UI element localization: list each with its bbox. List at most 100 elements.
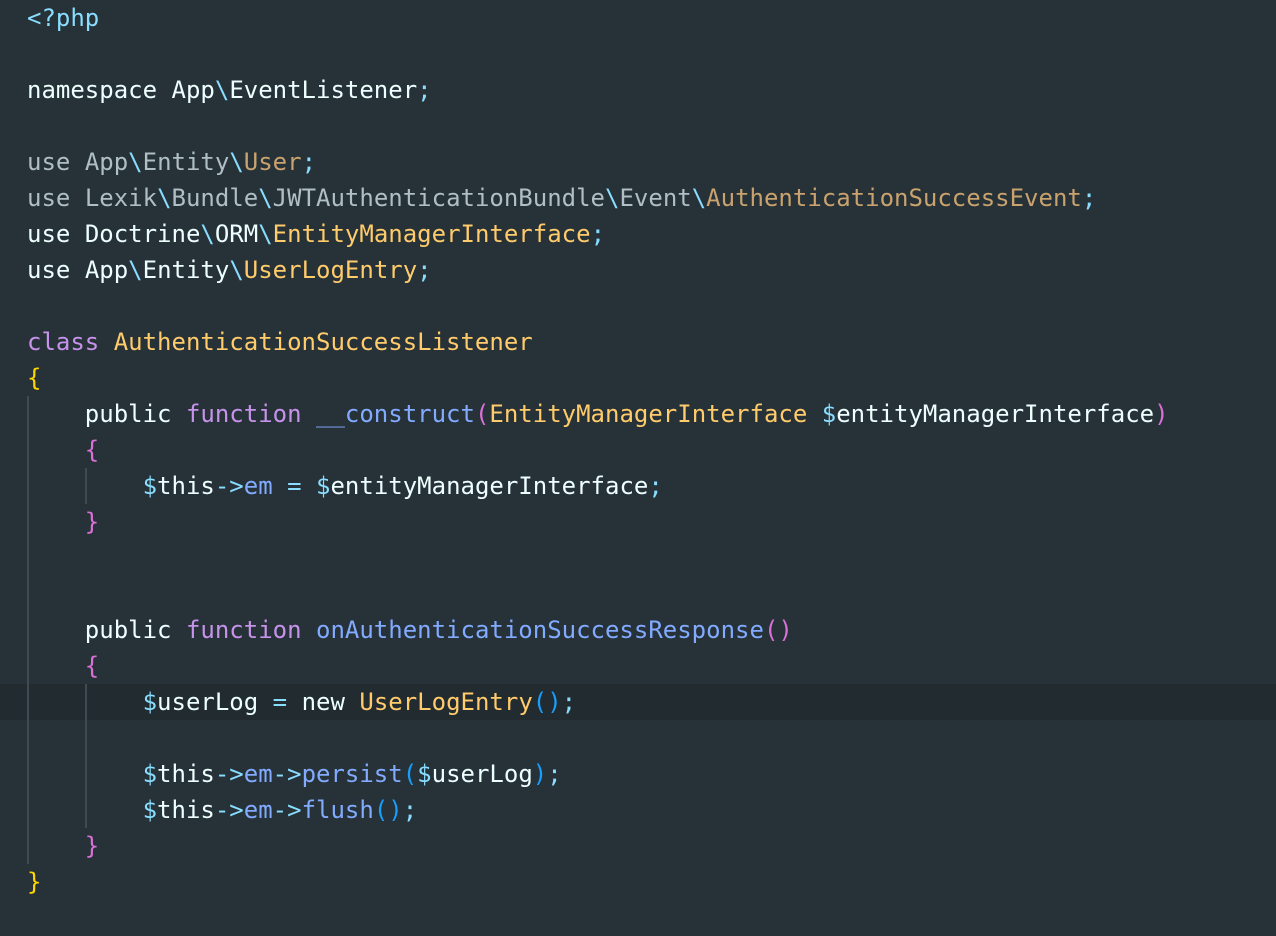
code-token: use <box>27 184 71 212</box>
code-token: ( <box>474 400 490 428</box>
code-line[interactable] <box>0 108 1276 144</box>
code-line[interactable]: public function onAuthenticationSuccessR… <box>0 612 1276 648</box>
code-token: \ <box>128 148 143 176</box>
code-token: ; <box>547 760 562 788</box>
code-token: this <box>157 760 215 788</box>
code-token: ; <box>648 472 663 500</box>
code-token: em <box>243 760 273 788</box>
code-line[interactable]: namespace App\EventListener; <box>0 72 1276 108</box>
code-token: use <box>27 220 71 248</box>
code-token: public <box>84 616 172 644</box>
code-line[interactable] <box>0 720 1276 756</box>
code-line[interactable] <box>0 540 1276 576</box>
code-line[interactable]: use Doctrine\ORM\EntityManagerInterface; <box>0 216 1276 252</box>
code-line[interactable]: $this->em = $entityManagerInterface; <box>0 468 1276 504</box>
code-token: JWTAuthenticationBundle <box>272 184 606 212</box>
code-token: userLog <box>431 760 533 788</box>
code-token: \ <box>229 256 244 284</box>
code-token: ; <box>1081 184 1097 212</box>
code-token: use <box>27 148 71 176</box>
code-token: \ <box>200 220 215 248</box>
code-editor[interactable]: <?php namespace App\EventListener; use App… <box>0 0 1276 936</box>
code-line[interactable]: class AuthenticationSuccessListener <box>0 324 1276 360</box>
code-line[interactable] <box>0 288 1276 324</box>
code-token: $ <box>821 400 837 428</box>
code-token: UserLogEntry <box>359 688 533 716</box>
code-token: App <box>171 76 215 104</box>
code-token: persist <box>301 760 403 788</box>
code-token: ( <box>402 760 418 788</box>
code-token: Lexik <box>84 184 158 212</box>
code-token: App <box>84 256 129 284</box>
code-token: () <box>763 616 793 644</box>
code-token: namespace <box>27 76 158 104</box>
code-line[interactable]: use Lexik\Bundle\JWTAuthenticationBundle… <box>0 180 1276 216</box>
code-token: $ <box>142 760 158 788</box>
code-token: -> <box>214 472 244 500</box>
code-token: \ <box>229 148 244 176</box>
code-line[interactable]: } <box>0 504 1276 540</box>
code-token: Entity <box>142 148 230 176</box>
code-token: \ <box>214 76 230 104</box>
code-line[interactable]: { <box>0 432 1276 468</box>
code-line[interactable]: <?php <box>0 0 1276 36</box>
code-token: = <box>287 472 302 500</box>
code-token: { <box>84 436 100 464</box>
code-token: } <box>84 508 100 536</box>
code-token: User <box>243 148 302 176</box>
indent-guide <box>27 396 29 864</box>
code-token: $ <box>142 796 158 824</box>
code-token: entityManagerInterface <box>836 400 1155 428</box>
code-line[interactable]: } <box>0 864 1276 900</box>
code-token: App <box>84 148 129 176</box>
code-token: \ <box>605 184 620 212</box>
code-token: class <box>27 328 100 356</box>
code-token: { <box>84 652 100 680</box>
code-line[interactable]: { <box>0 360 1276 396</box>
indent-guide <box>85 468 87 504</box>
code-token: EventListener <box>229 76 418 104</box>
code-line[interactable]: $this->em->flush(); <box>0 792 1276 828</box>
code-line[interactable]: $this->em->persist($userLog); <box>0 756 1276 792</box>
code-token: ; <box>561 688 577 716</box>
code-token: em <box>243 472 273 500</box>
code-token: EntityManagerInterface <box>489 400 808 428</box>
code-token: } <box>27 868 42 896</box>
code-token: $ <box>142 472 158 500</box>
code-line[interactable]: $userLog = new UserLogEntry(); <box>0 684 1276 720</box>
code-token: this <box>157 472 215 500</box>
code-line[interactable]: use App\Entity\User; <box>0 144 1276 180</box>
code-line[interactable]: } <box>0 828 1276 864</box>
code-line[interactable]: { <box>0 648 1276 684</box>
code-token: Entity <box>142 256 230 284</box>
code-token: onAuthenticationSuccessResponse <box>316 616 764 644</box>
code-token: ; <box>402 796 418 824</box>
code-line[interactable] <box>0 36 1276 72</box>
code-token: Doctrine <box>84 220 201 248</box>
code-line[interactable]: use App\Entity\UserLogEntry; <box>0 252 1276 288</box>
code-line[interactable]: public function __construct(EntityManage… <box>0 396 1276 432</box>
code-token: use <box>27 256 71 284</box>
code-line[interactable] <box>0 576 1276 612</box>
code-token: this <box>157 796 215 824</box>
code-token: $ <box>142 688 158 716</box>
code-token: -> <box>272 796 302 824</box>
code-token: ) <box>532 760 548 788</box>
code-token: ORM <box>214 220 259 248</box>
code-token: flush <box>301 796 374 824</box>
code-token: em <box>243 796 273 824</box>
code-token: \ <box>258 184 273 212</box>
code-token: -> <box>272 760 302 788</box>
